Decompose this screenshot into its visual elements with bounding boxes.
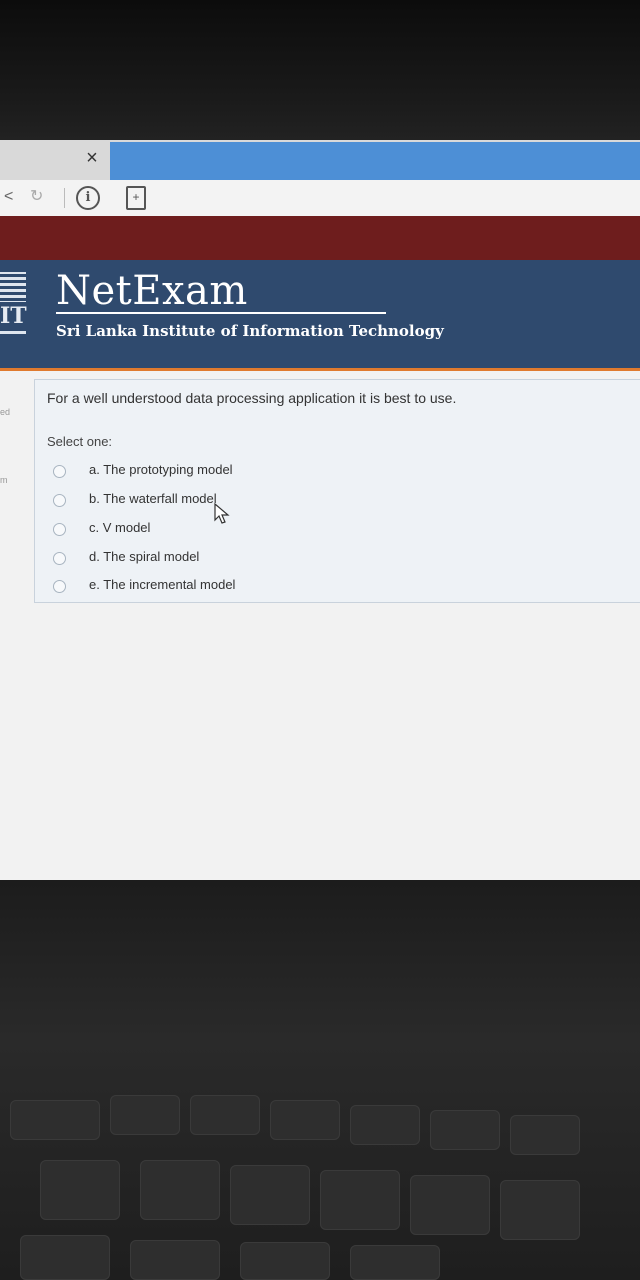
back-icon[interactable]: < [4, 186, 13, 208]
keyboard-key [20, 1235, 110, 1280]
answer-option-c[interactable]: c. V model [53, 520, 473, 542]
radio-button[interactable] [53, 465, 66, 478]
radio-button[interactable] [53, 580, 66, 593]
site-brand: NetExam [56, 268, 248, 314]
keyboard-key [350, 1245, 440, 1280]
photo-background-top [0, 0, 640, 140]
keyboard-key [320, 1170, 400, 1230]
site-header: IT NetExam Sri Lanka Institute of Inform… [0, 260, 640, 368]
answer-option-a[interactable]: a. The prototyping model [53, 462, 473, 484]
keyboard-key [430, 1110, 500, 1150]
answer-label[interactable]: c. V model [89, 520, 150, 535]
close-tab-icon[interactable]: × [80, 146, 104, 170]
radio-button[interactable] [53, 494, 66, 507]
keyboard-key [350, 1105, 420, 1145]
keyboard-key [130, 1240, 220, 1280]
keyboard-key [500, 1180, 580, 1240]
main-content: ed m For a well understood data processi… [0, 371, 640, 880]
top-banner-bar [0, 216, 640, 260]
keyboard-key [190, 1095, 260, 1135]
toolbar-separator [64, 188, 65, 208]
logo-text: IT [0, 302, 27, 330]
select-one-prompt: Select one: [47, 434, 113, 449]
keyboard-key [270, 1100, 340, 1140]
answer-option-d[interactable]: d. The spiral model [53, 549, 473, 571]
keyboard-key [10, 1100, 100, 1140]
mouse-cursor-icon [214, 503, 230, 524]
active-tab[interactable] [110, 142, 640, 180]
keyboard-key [510, 1115, 580, 1155]
keyboard-key [410, 1175, 490, 1235]
sliit-logo-icon: IT [0, 272, 27, 334]
answer-label[interactable]: e. The incremental model [89, 577, 235, 592]
browser-toolbar: < ↻ i + [0, 180, 640, 217]
answer-label[interactable]: b. The waterfall model [89, 491, 217, 506]
reload-icon[interactable]: ↻ [30, 186, 43, 208]
keyboard-key [240, 1242, 330, 1280]
sidebar-fragment: ed [0, 407, 11, 417]
site-info-icon[interactable]: i [76, 186, 100, 210]
institute-name: Sri Lanka Institute of Information Techn… [56, 322, 444, 340]
answer-label[interactable]: d. The spiral model [89, 549, 199, 564]
keyboard-key [140, 1160, 220, 1220]
radio-button[interactable] [53, 552, 66, 565]
tab-bar: × [0, 140, 640, 180]
keyboard-key [230, 1165, 310, 1225]
browser-screen: × < ↻ i + IT NetExam Sri Lanka Institute… [0, 140, 640, 880]
answer-label[interactable]: a. The prototyping model [89, 462, 233, 477]
radio-button[interactable] [53, 523, 66, 536]
question-text: For a well understood data processing ap… [47, 390, 457, 406]
laptop-keyboard-background [0, 880, 640, 1280]
page-action-icon[interactable]: + [126, 186, 146, 210]
answer-option-b[interactable]: b. The waterfall model [53, 491, 473, 513]
keyboard-key [110, 1095, 180, 1135]
answer-option-e[interactable]: e. The incremental model [53, 577, 473, 599]
brand-underline [56, 312, 386, 314]
question-card: For a well understood data processing ap… [34, 379, 640, 603]
keyboard-key [40, 1160, 120, 1220]
sidebar-fragment: m [0, 475, 8, 485]
